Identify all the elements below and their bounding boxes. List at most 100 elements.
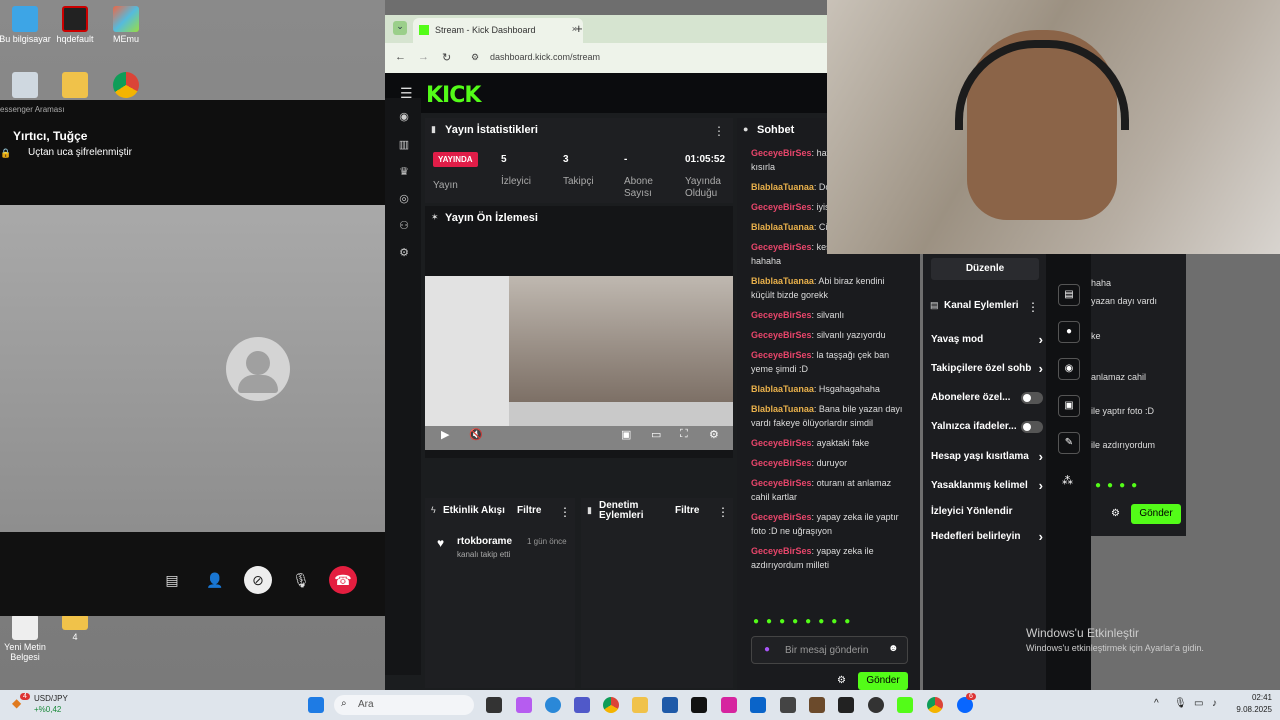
- edit-button[interactable]: Düzenle: [931, 258, 1039, 280]
- task-view-icon[interactable]: [486, 697, 502, 713]
- desktop-icon-chrome[interactable]: [96, 72, 156, 100]
- chat-username[interactable]: GeceyeBirSes: [751, 546, 812, 556]
- chat-username[interactable]: GeceyeBirSes: [751, 242, 812, 252]
- channel-action-item[interactable]: Hesap yaşı kısıtlama ›: [931, 449, 1043, 464]
- chat-username[interactable]: GeceyeBirSes: [751, 438, 812, 448]
- reload-icon[interactable]: ↻: [442, 51, 451, 64]
- desktop-icon-memu[interactable]: MEmu: [96, 6, 156, 44]
- second-emote-row[interactable]: ●●●●: [1095, 480, 1143, 491]
- chat-username[interactable]: GeceyeBirSes: [751, 202, 812, 212]
- desktop-icon-4[interactable]: 4: [45, 614, 105, 642]
- start-icon[interactable]: [308, 697, 324, 713]
- wrench-icon[interactable]: ✎: [1058, 432, 1080, 454]
- moderation-menu-icon[interactable]: ⋮: [717, 505, 729, 519]
- channel-actions-menu-icon[interactable]: ⋮: [1027, 300, 1039, 314]
- doc-icon[interactable]: ▤: [1058, 284, 1080, 306]
- volume-icon[interactable]: ♪: [1212, 698, 1217, 709]
- tray-chevron-icon[interactable]: ^: [1154, 698, 1159, 709]
- channel-action-item[interactable]: İzleyici Yönlendir: [931, 506, 1043, 517]
- pip-icon[interactable]: ▣: [621, 428, 631, 441]
- video-icon[interactable]: ▣: [1058, 395, 1080, 417]
- chat-username[interactable]: GeceyeBirSes: [751, 458, 812, 468]
- channel-action-item[interactable]: Hedefleri belirleyin ›: [931, 529, 1043, 544]
- chat-bubble-icon[interactable]: ●: [1058, 321, 1080, 343]
- chat-username[interactable]: GeceyeBirSes: [751, 310, 812, 320]
- share-screen-icon[interactable]: ▤: [158, 566, 186, 594]
- chat-username[interactable]: BlablaaTuanaa: [751, 404, 814, 414]
- chat-username[interactable]: BlablaaTuanaa: [751, 182, 814, 192]
- instagram-icon[interactable]: [721, 697, 737, 713]
- url-field[interactable]: dashboard.kick.com/stream: [490, 52, 600, 62]
- second-chat-settings-icon[interactable]: ⚙: [1111, 508, 1120, 519]
- users-icon[interactable]: ⚇: [397, 219, 411, 233]
- outlook-icon[interactable]: [750, 697, 766, 713]
- clock-time[interactable]: 02:41: [1232, 693, 1272, 702]
- chat-username[interactable]: GeceyeBirSes: [751, 512, 812, 522]
- chat-username[interactable]: BlablaaTuanaa: [751, 222, 814, 232]
- camera-icon[interactable]: ◎: [397, 192, 411, 206]
- minecraft-icon[interactable]: [809, 697, 825, 713]
- stream-icon[interactable]: ◉: [397, 110, 411, 124]
- chrome-taskbar-icon[interactable]: [603, 697, 619, 713]
- second-send-button[interactable]: Gönder: [1131, 504, 1181, 524]
- dots-icon[interactable]: ⁂: [1062, 474, 1073, 487]
- camera-off-icon[interactable]: ⊘: [244, 566, 272, 594]
- clock-date[interactable]: 9.08.2025: [1226, 705, 1272, 714]
- analytics-icon[interactable]: ▥: [397, 138, 411, 152]
- channel-action-item[interactable]: Takipçilere özel sohb ›: [931, 361, 1043, 376]
- trophy-icon[interactable]: ♛: [397, 165, 411, 179]
- send-button[interactable]: Gönder: [858, 672, 908, 690]
- chat-username[interactable]: GeceyeBirSes: [751, 330, 812, 340]
- search-box[interactable]: ⌕ Ara: [334, 695, 474, 715]
- kick-logo[interactable]: KICK: [426, 83, 481, 108]
- add-person-icon[interactable]: 👤: [201, 566, 229, 594]
- channel-action-item[interactable]: Yalnızca ifadeler...: [931, 421, 1043, 433]
- activity-menu-icon[interactable]: ⋮: [559, 505, 571, 519]
- terminal-icon[interactable]: [838, 697, 854, 713]
- site-info-icon[interactable]: ⚙: [471, 52, 479, 63]
- teams-icon[interactable]: [574, 697, 590, 713]
- forward-icon[interactable]: →: [418, 51, 429, 63]
- toggle-switch[interactable]: [1021, 392, 1043, 404]
- fullscreen-icon[interactable]: ⛶: [680, 428, 688, 441]
- back-icon[interactable]: ←: [395, 51, 406, 63]
- steam-icon[interactable]: [780, 697, 796, 713]
- chat-username[interactable]: GeceyeBirSes: [751, 350, 812, 360]
- channel-action-item[interactable]: Abonelere özel...: [931, 392, 1043, 404]
- chat-username[interactable]: BlablaaTuanaa: [751, 276, 814, 286]
- panel-menu-icon[interactable]: ⋮: [713, 124, 725, 138]
- theater-icon[interactable]: ▭: [651, 428, 661, 441]
- display-icon[interactable]: ▭: [1194, 698, 1203, 709]
- channel-action-item[interactable]: Yavaş mod ›: [931, 332, 1043, 347]
- settings-icon[interactable]: ⚙: [397, 246, 411, 260]
- obs-icon[interactable]: [868, 697, 884, 713]
- emote-row[interactable]: ●●●●●●●●: [753, 616, 911, 627]
- tab-kick-dashboard[interactable]: Stream - Kick Dashboard ×: [413, 18, 583, 43]
- tiktok-icon[interactable]: [691, 697, 707, 713]
- emoji-icon[interactable]: ☻: [888, 643, 899, 654]
- toggle-switch[interactable]: [1021, 421, 1043, 433]
- mute-icon[interactable]: 🔇: [469, 428, 483, 441]
- chat-input[interactable]: ● Bir mesaj gönderin ☻: [751, 636, 908, 664]
- channel-action-item[interactable]: Yasaklanmış kelimel ›: [931, 478, 1043, 493]
- activity-filter-button[interactable]: Filtre: [517, 505, 541, 516]
- broadcast-icon[interactable]: ◉: [1058, 358, 1080, 380]
- kick-app-icon[interactable]: [897, 697, 913, 713]
- moderation-filter-button[interactable]: Filtre: [675, 505, 699, 516]
- edge-icon[interactable]: [545, 697, 561, 713]
- new-tab-icon[interactable]: +: [575, 21, 583, 36]
- end-call-icon[interactable]: ☎: [329, 566, 357, 594]
- play-icon[interactable]: ▶: [441, 428, 449, 441]
- microphone-icon[interactable]: 🎙: [287, 566, 315, 594]
- chat-username[interactable]: GeceyeBirSes: [751, 148, 812, 158]
- activity-user[interactable]: rtokborame: [457, 536, 512, 547]
- chat-username[interactable]: BlablaaTuanaa: [751, 384, 814, 394]
- tray-mic-icon[interactable]: 🎙: [1174, 698, 1187, 709]
- chat-settings-icon[interactable]: ⚙: [837, 675, 846, 686]
- mic-icon[interactable]: ●: [764, 644, 770, 655]
- preview-video[interactable]: ▶ 🔇 ▣ ▭ ⛶ ⚙: [425, 276, 733, 450]
- player-settings-icon[interactable]: ⚙: [709, 428, 719, 441]
- store-icon[interactable]: [662, 697, 678, 713]
- tab-list-chevron-icon[interactable]: ⌄: [393, 21, 407, 35]
- file-explorer-icon[interactable]: [632, 697, 648, 713]
